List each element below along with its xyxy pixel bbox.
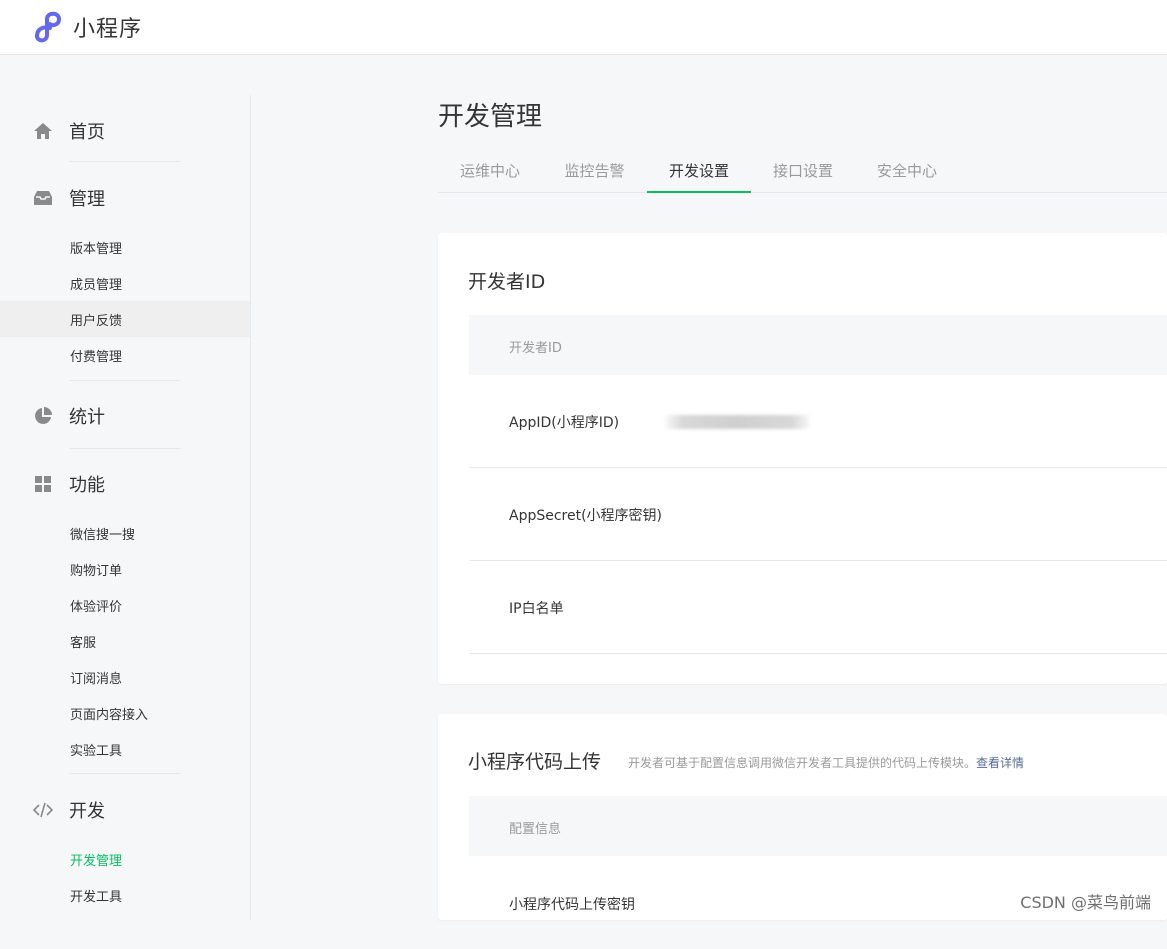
sidebar-item-wechat-search[interactable]: 微信搜一搜: [0, 515, 250, 551]
sidebar-item-experiment-tools[interactable]: 实验工具: [0, 731, 250, 767]
table-row-appid: AppID(小程序ID): [469, 375, 1167, 468]
sidebar-item-label: 开发管理: [70, 854, 123, 869]
watermark: CSDN @菜鸟前端: [1020, 893, 1151, 912]
sidebar-item-label: 客服: [70, 636, 97, 651]
sidebar-item-payment[interactable]: 付费管理: [0, 337, 250, 373]
sidebar-group-features[interactable]: 功能: [0, 464, 250, 504]
description-text: 开发者可基于配置信息调用微信开发者工具提供的代码上传模块。: [628, 756, 977, 770]
page-title: 开发管理: [438, 102, 543, 132]
sidebar-item-dev-manage[interactable]: 开发管理: [0, 841, 250, 877]
card-description: 开发者可基于配置信息调用微信开发者工具提供的代码上传模块。查看详情: [628, 754, 1024, 771]
sidebar: 首页 管理 版本管理 成员管理 用户反馈 付费管理 统计 功能 微信搜一搜 购物…: [0, 95, 251, 920]
sidebar-item-label: 版本管理: [70, 242, 123, 257]
sidebar-item-label: 用户反馈: [70, 314, 123, 329]
inbox-icon: [34, 191, 52, 205]
sidebar-group-label: 管理: [69, 189, 105, 210]
row-label: AppID(小程序ID): [509, 415, 620, 431]
brand-name[interactable]: 小程序: [73, 11, 142, 43]
table-header: 配置信息: [469, 796, 1167, 856]
tab-api-settings[interactable]: 接口设置: [751, 151, 855, 193]
home-icon: [34, 123, 52, 139]
redacted-appid-value: [665, 415, 810, 429]
sidebar-item-label: 成员管理: [70, 278, 123, 293]
sidebar-item-version[interactable]: 版本管理: [0, 229, 250, 265]
sidebar-item-label: 首页: [69, 122, 105, 143]
row-label: IP白名单: [509, 601, 564, 617]
sidebar-item-label: 微信搜一搜: [70, 528, 136, 543]
table-header-label: 开发者ID: [509, 341, 562, 356]
tab-dev-settings[interactable]: 开发设置: [647, 151, 751, 193]
divider: [69, 161, 180, 162]
card-title: 小程序代码上传: [468, 751, 602, 773]
row-label: 小程序代码上传密钥: [509, 897, 635, 913]
sidebar-item-feedback[interactable]: 用户反馈: [0, 301, 250, 337]
sidebar-group-manage[interactable]: 管理: [0, 178, 250, 218]
grid-icon: [35, 476, 51, 492]
sidebar-item-members[interactable]: 成员管理: [0, 265, 250, 301]
sidebar-group-label: 开发: [69, 801, 105, 822]
card-title: 开发者ID: [468, 271, 546, 293]
sidebar-item-label: 购物订单: [70, 564, 123, 579]
sidebar-item-home[interactable]: 首页: [0, 111, 250, 151]
sidebar-item-customer-service[interactable]: 客服: [0, 623, 250, 659]
pie-chart-icon: [35, 407, 52, 424]
tab-monitoring[interactable]: 监控告警: [542, 151, 647, 193]
sidebar-item-label: 付费管理: [70, 350, 123, 365]
table-row-ip-whitelist: IP白名单: [469, 561, 1167, 654]
sidebar-item-reviews[interactable]: 体验评价: [0, 587, 250, 623]
sidebar-item-label: 体验评价: [70, 600, 123, 615]
sidebar-item-stats[interactable]: 统计: [0, 396, 250, 436]
miniprogram-logo-icon[interactable]: [33, 9, 67, 43]
divider: [69, 448, 180, 449]
code-icon: [33, 802, 53, 818]
developer-id-card: 开发者ID 开发者ID AppID(小程序ID) AppSecret(小程序密钥…: [438, 233, 1167, 684]
sidebar-item-label: 开发工具: [70, 890, 123, 905]
sidebar-item-label: 订阅消息: [70, 672, 123, 687]
table-row-appsecret: AppSecret(小程序密钥): [469, 468, 1167, 561]
sidebar-item-label: 统计: [69, 407, 105, 428]
top-bar: 小程序: [0, 0, 1167, 55]
sidebar-item-subscriptions[interactable]: 订阅消息: [0, 659, 250, 695]
divider: [69, 773, 180, 774]
sidebar-item-label: 实验工具: [70, 744, 123, 759]
divider: [69, 380, 180, 381]
sidebar-group-dev[interactable]: 开发: [0, 790, 250, 830]
row-label: AppSecret(小程序密钥): [509, 508, 663, 524]
view-details-link[interactable]: 查看详情: [976, 756, 1024, 770]
table-header: 开发者ID: [469, 315, 1167, 375]
sidebar-item-dev-tools[interactable]: 开发工具: [0, 877, 250, 913]
tab-ops-center[interactable]: 运维中心: [438, 151, 542, 193]
tab-bar: 运维中心 监控告警 开发设置 接口设置 安全中心: [438, 151, 1167, 193]
sidebar-item-orders[interactable]: 购物订单: [0, 551, 250, 587]
sidebar-item-page-content[interactable]: 页面内容接入: [0, 695, 250, 731]
tab-security-center[interactable]: 安全中心: [855, 151, 959, 193]
sidebar-item-label: 页面内容接入: [70, 708, 149, 723]
table-header-label: 配置信息: [509, 822, 562, 837]
sidebar-group-label: 功能: [69, 475, 105, 496]
